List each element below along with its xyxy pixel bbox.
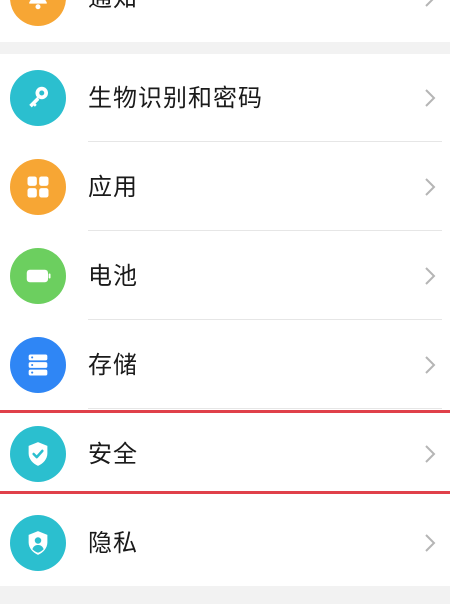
- settings-item-label: 通知: [88, 0, 138, 42]
- settings-item-apps[interactable]: 应用: [0, 143, 450, 231]
- chevron-right-icon: [422, 232, 438, 320]
- divider: [88, 141, 442, 142]
- settings-screen: 通知 生物识别和密码: [0, 0, 450, 604]
- settings-item-storage[interactable]: 存储: [0, 321, 450, 409]
- key-icon: [10, 70, 66, 126]
- divider: [88, 319, 442, 320]
- settings-item-label: 应用: [88, 173, 138, 201]
- chevron-right-icon: [422, 410, 438, 498]
- settings-item-label: 隐私: [88, 529, 138, 557]
- settings-item-security[interactable]: 安全: [0, 410, 450, 498]
- settings-item-label: 生物识别和密码: [88, 84, 263, 112]
- chevron-right-icon: [422, 54, 438, 142]
- privacy-shield-icon: [10, 515, 66, 571]
- apps-grid-icon: [10, 159, 66, 215]
- settings-card-main: 生物识别和密码 应用 电池 存储 安全 隐私: [0, 54, 450, 586]
- settings-item-biometrics[interactable]: 生物识别和密码: [0, 54, 450, 142]
- chevron-right-icon: [422, 0, 438, 42]
- chevron-right-icon: [422, 143, 438, 231]
- settings-item-battery[interactable]: 电池: [0, 232, 450, 320]
- settings-item-label: 电池: [88, 262, 138, 290]
- settings-item-label: 存储: [88, 351, 138, 379]
- bell-icon: [10, 0, 66, 26]
- chevron-right-icon: [422, 321, 438, 409]
- chevron-right-icon: [422, 499, 438, 587]
- battery-icon: [10, 248, 66, 304]
- settings-item-notifications[interactable]: 通知: [0, 0, 450, 42]
- storage-icon: [10, 337, 66, 393]
- settings-item-privacy[interactable]: 隐私: [0, 499, 450, 587]
- divider: [88, 230, 442, 231]
- settings-item-label: 安全: [88, 440, 138, 468]
- settings-card-top: 通知: [0, 0, 450, 42]
- divider: [88, 408, 442, 409]
- shield-check-icon: [10, 426, 66, 482]
